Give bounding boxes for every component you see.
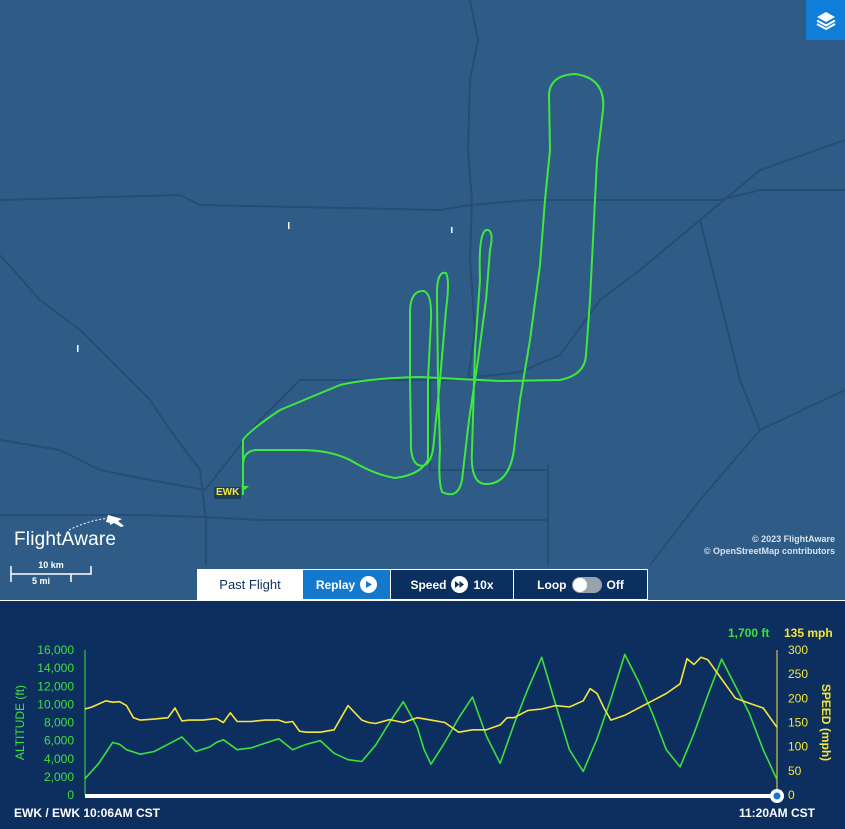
map-canvas xyxy=(0,0,845,566)
flightaware-logo: FlightAware xyxy=(14,512,134,552)
y-right-tick-label: 300 xyxy=(788,643,808,657)
speed-line xyxy=(84,656,778,733)
airport-label[interactable]: EWK xyxy=(214,487,242,499)
timeline-knob-center xyxy=(773,792,781,800)
y-left-tick-label: 0 xyxy=(67,788,74,802)
copyright-flightaware: © 2023 FlightAware xyxy=(752,534,835,544)
chart-canvas: 0 2,000 4,000 6,000 8,000 10,000 12,000 14,000 1… xyxy=(13,643,833,803)
speed-label: Speed xyxy=(410,577,447,592)
altitude-line xyxy=(84,653,778,780)
y-left-tick-label: 2,000 xyxy=(44,770,74,784)
playback-controls: Past Flight Replay Speed 10x Loop Off xyxy=(197,569,648,600)
map-scale: 10 km 5 mi xyxy=(10,560,92,588)
y-right-tick-label: 150 xyxy=(788,716,808,730)
brand-name: FlightAware xyxy=(14,529,117,550)
loop-state: Off xyxy=(606,577,624,592)
loop-label: Loop xyxy=(537,577,567,592)
replay-label: Replay xyxy=(315,577,356,592)
y-left-tick-label: 6,000 xyxy=(44,734,74,748)
copyright-osm: © OpenStreetMap contributors xyxy=(703,546,835,556)
y-left-axis-label: ALTITUDE (ft) xyxy=(13,685,27,760)
y-left-tick-label: 4,000 xyxy=(44,752,74,766)
past-flight-label: Past Flight xyxy=(219,577,281,592)
play-icon xyxy=(360,576,378,593)
y-left-tick-label: 10,000 xyxy=(37,697,74,711)
speed-value: 10x xyxy=(473,577,494,592)
y-left-tick-label: 12,000 xyxy=(37,679,74,693)
layers-button[interactable] xyxy=(806,0,845,40)
y-left-tick-label: 8,000 xyxy=(44,716,74,730)
layers-icon xyxy=(816,12,835,31)
y-left-tick-label: 14,000 xyxy=(37,661,74,675)
y-right-axis-label: SPEED (mph) xyxy=(819,684,833,761)
y-right-tick-label: 0 xyxy=(788,788,795,802)
flight-end-label: 11:20AM CST xyxy=(738,806,815,820)
current-speed: 135 mph xyxy=(784,626,833,640)
loop-switch[interactable] xyxy=(571,576,602,593)
toggle-knob xyxy=(572,577,587,592)
current-altitude: 1,700 ft xyxy=(728,626,770,640)
y-right-tick-label: 250 xyxy=(788,667,808,681)
altitude-speed-chart: 0 2,000 4,000 6,000 8,000 10,000 12,000 14,000 1… xyxy=(0,600,845,829)
y-right-tick-label: 100 xyxy=(788,740,808,754)
fast-forward-icon xyxy=(451,576,469,593)
timeline-bar xyxy=(85,794,777,798)
flight-start-label: EWK / EWK 10:06AM CST xyxy=(14,806,161,820)
y-left-tick-label: 16,000 xyxy=(37,643,74,657)
speed-button[interactable]: Speed 10x xyxy=(391,570,514,599)
scale-mi: 5 mi xyxy=(31,576,50,586)
loop-toggle[interactable]: Loop Off xyxy=(514,570,647,599)
past-flight-tab[interactable]: Past Flight xyxy=(198,570,303,599)
map-copyright: © 2023 FlightAware © OpenStreetMap contr… xyxy=(704,533,835,557)
y-right-tick-label: 200 xyxy=(788,691,808,705)
flight-map[interactable]: EWK FlightAware 10 km 5 mi © 2023 Flight… xyxy=(0,0,845,600)
y-right-tick-label: 50 xyxy=(788,764,802,778)
replay-button[interactable]: Replay xyxy=(303,570,391,599)
